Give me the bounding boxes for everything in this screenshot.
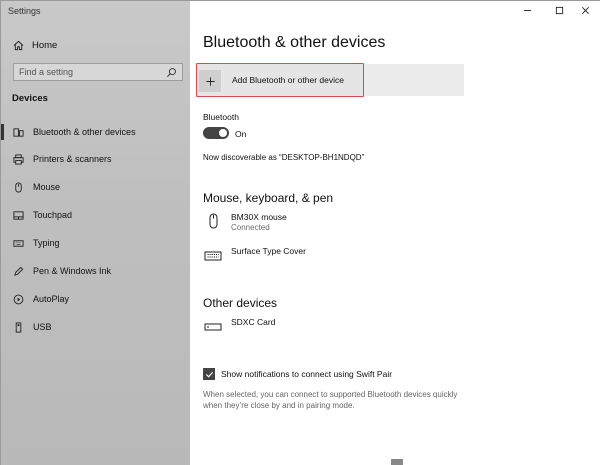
- sidebar-item-bluetooth[interactable]: Bluetooth & other devices: [1, 121, 190, 143]
- section-title-mkp: Mouse, keyboard, & pen: [203, 191, 334, 205]
- keyboard-icon: [204, 248, 222, 264]
- sidebar-item-label: AutoPlay: [33, 294, 70, 304]
- touchpad-icon: [13, 210, 24, 221]
- sidebar-item-label: Typing: [33, 238, 60, 248]
- sidebar-item-typing[interactable]: Typing: [1, 232, 190, 254]
- sidebar-item-autoplay[interactable]: AutoPlay: [1, 288, 190, 310]
- sidebar-item-mouse[interactable]: Mouse: [1, 176, 190, 198]
- search-icon[interactable]: [166, 67, 177, 78]
- add-device-label: Add Bluetooth or other device: [232, 75, 344, 85]
- toggle-knob: [219, 129, 227, 137]
- device-name[interactable]: BM30X mouse: [231, 212, 287, 222]
- printer-icon: [13, 153, 24, 165]
- bluetooth-toggle[interactable]: [203, 127, 229, 139]
- sidebar-item-label: Pen & Windows Ink: [33, 266, 112, 276]
- device-name[interactable]: Surface Type Cover: [231, 246, 306, 256]
- page-title: Bluetooth & other devices: [203, 34, 386, 51]
- scrollbar-thumb[interactable]: [391, 459, 403, 465]
- discoverable-text: Now discoverable as “DESKTOP-BH1NDQD”: [203, 153, 365, 162]
- minimize-button[interactable]: [512, 1, 542, 19]
- sd-card-icon: [204, 319, 222, 335]
- section-title-other: Other devices: [203, 296, 278, 310]
- device-status: Connected: [231, 223, 270, 232]
- pen-icon: [13, 266, 24, 277]
- swift-pair-label: Show notifications to connect using Swif…: [221, 369, 393, 379]
- keyboard-icon: [13, 238, 24, 249]
- settings-window: Settings Home Find a setting Devices Blu…: [0, 0, 600, 465]
- home-icon: [13, 40, 24, 51]
- active-indicator: [1, 124, 4, 140]
- sidebar-item-printers[interactable]: Printers & scanners: [1, 148, 190, 170]
- main-content: Bluetooth & other devices Add Bluetooth …: [190, 1, 600, 465]
- device-name[interactable]: SDXC Card: [231, 317, 275, 327]
- autoplay-icon: [13, 294, 24, 305]
- swift-pair-checkbox[interactable]: [203, 368, 215, 380]
- check-icon: [205, 371, 213, 378]
- search-placeholder: Find a setting: [19, 67, 74, 77]
- sidebar-item-label: Touchpad: [33, 210, 73, 220]
- mouse-icon: [204, 213, 222, 229]
- sidebar: Settings Home Find a setting Devices Blu…: [1, 1, 190, 465]
- sidebar-item-label: USB: [33, 322, 52, 332]
- sidebar-item-usb[interactable]: USB: [1, 316, 190, 338]
- bluetooth-state: On: [235, 129, 247, 139]
- search-input[interactable]: Find a setting: [13, 63, 183, 81]
- usb-icon: [13, 321, 24, 333]
- sidebar-item-label: Bluetooth & other devices: [33, 127, 136, 137]
- swift-pair-description: When selected, you can connect to suppor…: [203, 390, 458, 410]
- close-button[interactable]: [570, 1, 600, 19]
- mouse-icon: [13, 181, 24, 193]
- app-title: Settings: [8, 6, 41, 16]
- close-icon: [581, 6, 589, 14]
- minimize-icon: [523, 9, 531, 11]
- plus-icon[interactable]: [199, 70, 221, 92]
- sidebar-item-pen[interactable]: Pen & Windows Ink: [1, 260, 190, 282]
- bluetooth-label: Bluetooth: [203, 112, 239, 122]
- sidebar-item-touchpad[interactable]: Touchpad: [1, 204, 190, 226]
- nav-home[interactable]: Home: [13, 37, 183, 53]
- maximize-icon: [555, 6, 563, 14]
- section-title-devices: Devices: [12, 93, 48, 104]
- nav-home-label: Home: [32, 39, 58, 51]
- sidebar-item-label: Printers & scanners: [33, 154, 112, 164]
- bluetooth-devices-icon: [13, 127, 24, 138]
- add-device-button-tail: [364, 64, 464, 96]
- sidebar-item-label: Mouse: [33, 182, 61, 192]
